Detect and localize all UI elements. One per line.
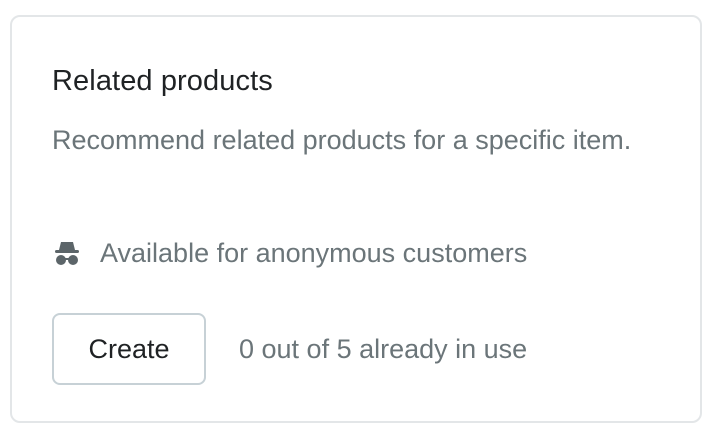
usage-status: 0 out of 5 already in use bbox=[239, 333, 528, 364]
related-products-card: Related products Recommend related produ… bbox=[10, 15, 702, 423]
card-title: Related products bbox=[52, 65, 273, 97]
card-description: Recommend related products for a specifi… bbox=[52, 125, 632, 155]
card-actions: Create 0 out of 5 already in use bbox=[52, 313, 527, 385]
feature-label: Available for anonymous customers bbox=[100, 237, 528, 268]
anonymous-customers-feature: Available for anonymous customers bbox=[52, 233, 527, 273]
create-button[interactable]: Create bbox=[52, 313, 206, 385]
incognito-icon bbox=[52, 238, 82, 268]
